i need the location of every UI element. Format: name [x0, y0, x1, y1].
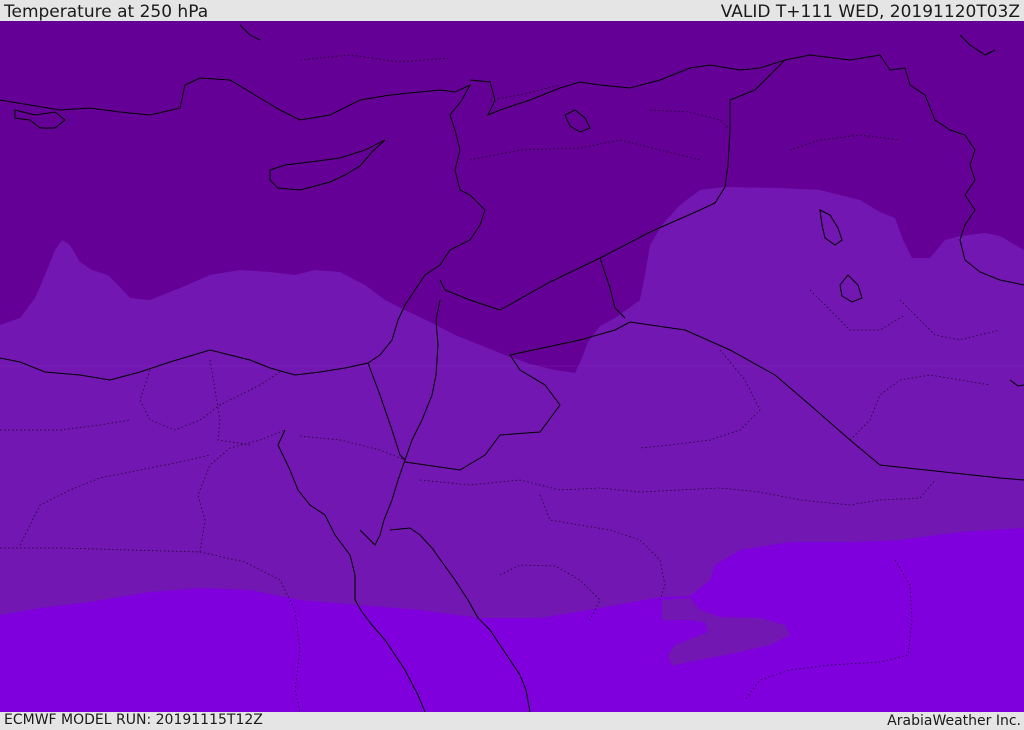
model-run: ECMWF MODEL RUN: 20191115T12Z	[4, 712, 263, 728]
header-bar: Temperature at 250 hPa VALID T+111 WED, …	[0, 0, 1024, 22]
map-canvas	[0, 21, 1024, 712]
footer-bar: ECMWF MODEL RUN: 20191115T12Z ArabiaWeat…	[0, 712, 1024, 729]
map-title: Temperature at 250 hPa	[4, 2, 209, 22]
credit: ArabiaWeather Inc.	[887, 713, 1021, 729]
valid-time: VALID T+111 WED, 20191120T03Z	[720, 2, 1020, 22]
weather-map[interactable]	[0, 21, 1024, 712]
